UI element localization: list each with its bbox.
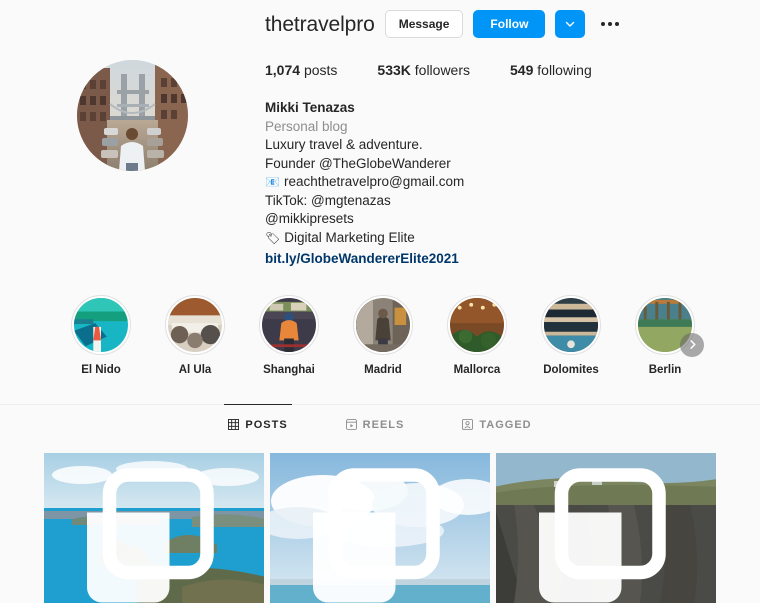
post-thumbnail[interactable] [270,452,490,603]
reels-icon [345,419,357,430]
highlight-ring [259,294,319,355]
post-thumbnail[interactable] [496,452,716,603]
follow-button[interactable]: Follow [473,10,546,38]
bio-category: Personal blog [265,118,348,134]
avatar-column [0,0,265,269]
highlight-dolomites[interactable]: Dolomites [540,294,602,376]
email-icon: 📧 [265,175,280,190]
highlight-thumbnail [168,297,222,352]
stat-following-value: 549 [510,62,534,78]
highlight-label: Shanghai [263,363,315,376]
carousel-icon [313,467,440,602]
chevron-down-icon [566,21,575,27]
highlight-thumbnail [262,297,316,352]
highlight-label: Madrid [364,363,402,376]
bio-tag-line: 🏷 Digital Marketing Elite [265,229,760,248]
stat-followers[interactable]: 533K followers [377,62,470,78]
carousel-icon [539,467,666,602]
bio-secondary-handle: @mikkipresets [265,211,354,226]
profile-info: thetravelpro Message Follow 1,074 posts [265,0,760,269]
highlight-label: Mallorca [453,363,501,376]
tab-posts[interactable]: POSTS [224,403,292,431]
highlight-madrid[interactable]: Madrid [352,294,414,376]
tab-reels-label: REELS [362,418,405,431]
bio-external-link[interactable]: bit.ly/GlobeWandererElite2021 [265,250,459,269]
highlight-thumbnail [450,297,504,352]
follow-dropdown-button[interactable] [555,10,586,38]
bio-email: reachthetravelpro@gmail.com [283,174,465,189]
profile-tabs: POSTS REELS TAGGED [0,403,760,431]
page-title: thetravelpro [265,12,375,36]
stat-following[interactable]: 549 following [510,62,592,78]
post-thumbnail[interactable] [44,452,264,603]
bio-line-2: Founder @TheGlobeWanderer [265,155,451,171]
highlight-label: Dolomites [543,363,599,376]
bio-section: Mikki Tenazas Personal blog Luxury trave… [265,99,760,269]
bio-full-name: Mikki Tenazas [265,100,355,115]
highlight-ring [541,294,601,355]
highlight-ring [447,294,507,355]
avatar-image [77,60,188,171]
highlight-ring [165,294,225,355]
highlights-next-button[interactable] [680,332,704,357]
highlight-mallorca[interactable]: Mallorca [446,294,508,376]
stats-row: 1,074 posts 533K followers 549 following [265,62,760,78]
stat-followers-label: followers [414,62,471,78]
bio-tag-text: Digital Marketing Elite [284,229,415,245]
profile-header: thetravelpro Message Follow 1,074 posts [0,0,760,269]
message-button[interactable]: Message [384,10,464,38]
highlight-thumbnail [356,297,410,352]
stat-posts-label: posts [303,62,338,78]
highlight-label: El Nido [81,363,121,376]
highlight-label: Berlin [648,363,682,376]
carousel-icon [87,467,214,602]
bio-line-1: Luxury travel & adventure. [265,137,423,152]
stat-followers-value: 533K [377,62,411,78]
stat-posts-value: 1,074 [265,62,301,78]
bio-email-line: 📧 reachthetravelpro@gmail.com [265,173,760,192]
bio-tiktok: TikTok: @mgtenazas [265,192,391,208]
tab-tagged-label: TAGGED [479,418,532,431]
highlight-el-nido[interactable]: El Nido [70,294,132,376]
chevron-right-icon [689,340,696,349]
highlight-al-ula[interactable]: Al Ula [164,294,226,376]
stat-posts[interactable]: 1,074 posts [265,62,337,78]
post-grid [0,452,760,603]
story-highlights: El Nido Al Ula Shanghai Madrid Mallorca … [0,294,760,376]
highlight-ring [71,294,131,355]
grid-icon [228,419,240,430]
tab-reels[interactable]: REELS [345,405,405,431]
highlight-ring [353,294,413,355]
stat-following-label: following [537,62,592,78]
highlight-thumbnail [74,297,128,352]
highlight-thumbnail [544,297,598,352]
avatar[interactable] [77,60,188,171]
highlight-shanghai[interactable]: Shanghai [258,294,320,376]
instagram-profile-page: thetravelpro Message Follow 1,074 posts [0,0,760,603]
highlight-label: Al Ula [178,363,212,376]
more-options-button[interactable] [597,11,623,37]
tab-posts-label: POSTS [245,418,288,431]
username-row: thetravelpro Message Follow [265,8,760,40]
tag-icon: 🏷 [265,230,281,245]
more-options-icon [601,22,620,26]
tagged-icon [462,419,474,430]
tab-tagged[interactable]: TAGGED [462,405,531,431]
